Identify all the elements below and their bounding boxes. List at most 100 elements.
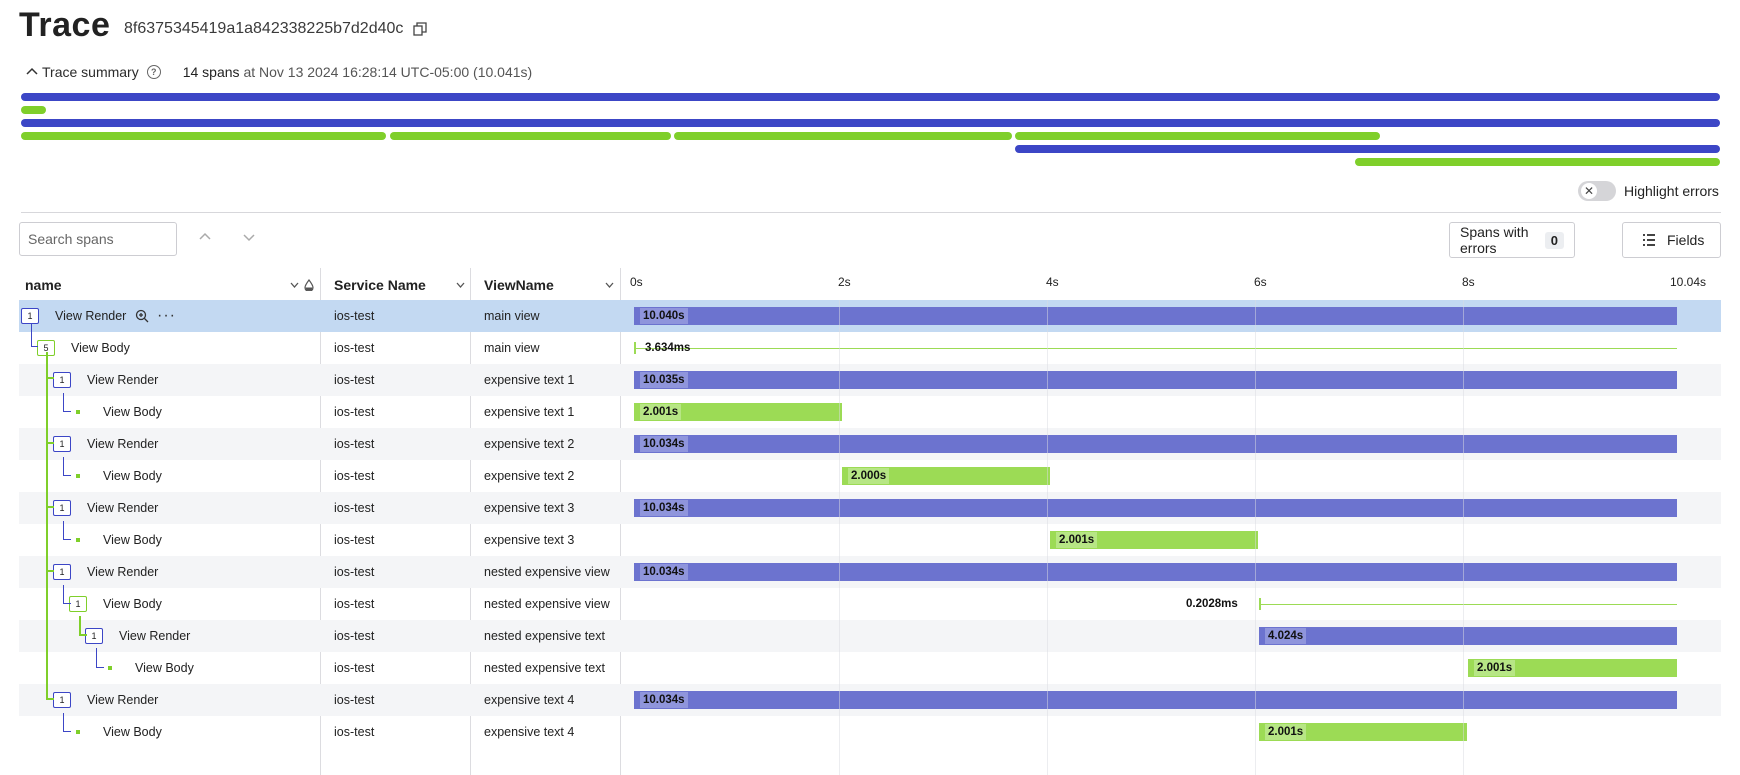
timeline-tick-label: 2s	[838, 275, 851, 289]
span-children-badge[interactable]: 1	[85, 628, 103, 644]
tree-connector	[63, 587, 65, 603]
span-viewname: nested expensive view	[484, 565, 610, 579]
minimap-bar	[21, 119, 1720, 127]
span-bar[interactable]	[634, 307, 1677, 325]
tree-connector	[63, 457, 65, 475]
span-row[interactable]: 1 View Render ios-test expensive text 1 10.0…	[19, 364, 1721, 396]
column-header-name[interactable]: name	[25, 270, 315, 300]
span-row[interactable]: 1 View Body ios-test nested expensive view 0…	[19, 588, 1721, 620]
timeline-tick-label: 4s	[1046, 275, 1059, 289]
span-name[interactable]: View Body	[103, 716, 162, 748]
zoom-in-icon[interactable]	[135, 309, 149, 323]
span-viewname: main view	[484, 341, 540, 355]
minimap-bar	[390, 132, 671, 140]
chevron-down-icon	[243, 234, 255, 242]
span-name[interactable]: View Body	[103, 460, 162, 492]
spans-with-errors-label: Spans with errors	[1460, 224, 1529, 256]
span-name[interactable]: View Render	[87, 492, 158, 524]
span-children-badge[interactable]: 1	[53, 372, 71, 388]
span-row[interactable]: 1 View Render ios-test nested expensive vie…	[19, 556, 1721, 588]
span-service: ios-test	[334, 533, 375, 547]
tree-connector	[63, 475, 71, 477]
span-duration: 2.001s	[640, 404, 682, 420]
leaf-node-marker	[76, 410, 80, 414]
span-service: ios-test	[334, 309, 375, 323]
tree-connector	[96, 667, 104, 669]
span-name[interactable]: View Render	[87, 364, 158, 396]
more-options-icon[interactable]: ···	[157, 307, 176, 325]
leaf-node-marker	[76, 538, 80, 542]
span-bar[interactable]	[634, 348, 1677, 349]
column-header-service[interactable]: Service Name	[334, 270, 465, 300]
span-bar[interactable]	[634, 691, 1677, 709]
fields-button[interactable]: Fields	[1622, 222, 1721, 258]
trace-minimap[interactable]	[21, 93, 1721, 169]
timeline-gridline	[1255, 300, 1256, 775]
span-children-badge[interactable]: 1	[69, 596, 87, 612]
chevron-down-icon[interactable]	[605, 282, 614, 288]
row-actions: ···	[135, 300, 176, 332]
span-name[interactable]: View Body	[135, 652, 194, 684]
chevron-down-icon[interactable]	[290, 282, 299, 288]
tree-connector	[46, 570, 54, 572]
copy-icon[interactable]	[413, 22, 427, 36]
timeline-tick-label: 8s	[1462, 275, 1475, 289]
span-name[interactable]: View Render	[87, 684, 158, 716]
span-children-badge[interactable]: 1	[53, 564, 71, 580]
column-header-viewname[interactable]: ViewName	[484, 270, 614, 300]
span-name[interactable]: View Render	[119, 620, 190, 652]
span-name[interactable]: View Render	[87, 556, 158, 588]
chevron-down-icon[interactable]	[456, 282, 465, 288]
trace-summary-toggle[interactable]: Trace summary	[26, 64, 139, 80]
span-viewname: nested expensive view	[484, 597, 610, 611]
help-icon[interactable]: ?	[146, 65, 161, 79]
span-name[interactable]: View Body	[71, 332, 130, 364]
timeline-tick-label: 10.04s	[1670, 275, 1707, 289]
span-bar[interactable]	[1259, 604, 1677, 605]
span-children-badge[interactable]: 1	[53, 692, 71, 708]
span-row[interactable]: View Body ios-test nested expensive text 2.…	[19, 652, 1721, 684]
span-children-badge[interactable]: 1	[53, 436, 71, 452]
span-children-badge[interactable]: 1	[21, 308, 39, 324]
span-row[interactable]: 1 View Render ios-test expensive text 2 10.0…	[19, 428, 1721, 460]
span-row[interactable]: View Body ios-test expensive text 3 2.001s	[19, 524, 1721, 556]
span-row[interactable]: 1 View Render ios-test nested expensive tex…	[19, 620, 1721, 652]
span-bar[interactable]	[1259, 627, 1677, 645]
leaf-node-marker	[76, 730, 80, 734]
span-bar[interactable]	[634, 563, 1677, 581]
span-service: ios-test	[334, 629, 375, 643]
span-name[interactable]: View Render	[87, 428, 158, 460]
span-row[interactable]: 1 View Render ··· ios-test main view 10.040s	[19, 300, 1721, 332]
span-name[interactable]: View Body	[103, 396, 162, 428]
span-row[interactable]: View Body ios-test expensive text 4 2.001s	[19, 716, 1721, 748]
span-name[interactable]: View Render	[55, 300, 126, 332]
minimap-bar	[674, 132, 1012, 140]
fields-label: Fields	[1667, 232, 1705, 248]
span-row[interactable]: View Body ios-test expensive text 2 2.000s	[19, 460, 1721, 492]
next-match-button[interactable]	[238, 228, 260, 250]
span-viewname: expensive text 4	[484, 725, 575, 739]
prev-match-button[interactable]	[194, 228, 216, 250]
span-viewname: expensive text 3	[484, 533, 575, 547]
span-name[interactable]: View Body	[103, 588, 162, 620]
span-children-badge[interactable]: 1	[53, 500, 71, 516]
drop-icon[interactable]	[304, 279, 314, 291]
span-bar[interactable]	[634, 499, 1677, 517]
tree-connector	[46, 352, 48, 700]
span-service: ios-test	[334, 373, 375, 387]
span-duration: 10.035s	[640, 372, 688, 388]
highlight-errors-switch[interactable]: ✕	[1578, 181, 1616, 201]
span-row[interactable]: View Body ios-test expensive text 1 2.001s	[19, 396, 1721, 428]
tree-connector	[31, 346, 38, 348]
timeline-gridline	[1047, 300, 1048, 775]
span-row[interactable]: 5 View Body ios-test main view 3.634ms	[19, 332, 1721, 364]
tree-connector	[63, 393, 65, 411]
spans-with-errors-button[interactable]: Spans with errors 0	[1449, 222, 1575, 258]
span-row[interactable]: 1 View Render ios-test expensive text 3 10.0…	[19, 492, 1721, 524]
highlight-errors-toggle[interactable]: ✕ Highlight errors	[1578, 181, 1719, 201]
span-bar[interactable]	[634, 371, 1677, 389]
span-name[interactable]: View Body	[103, 524, 162, 556]
span-row[interactable]: 1 View Render ios-test expensive text 4 10.0…	[19, 684, 1721, 716]
search-spans-input[interactable]	[19, 222, 177, 256]
span-bar[interactable]	[634, 435, 1677, 453]
